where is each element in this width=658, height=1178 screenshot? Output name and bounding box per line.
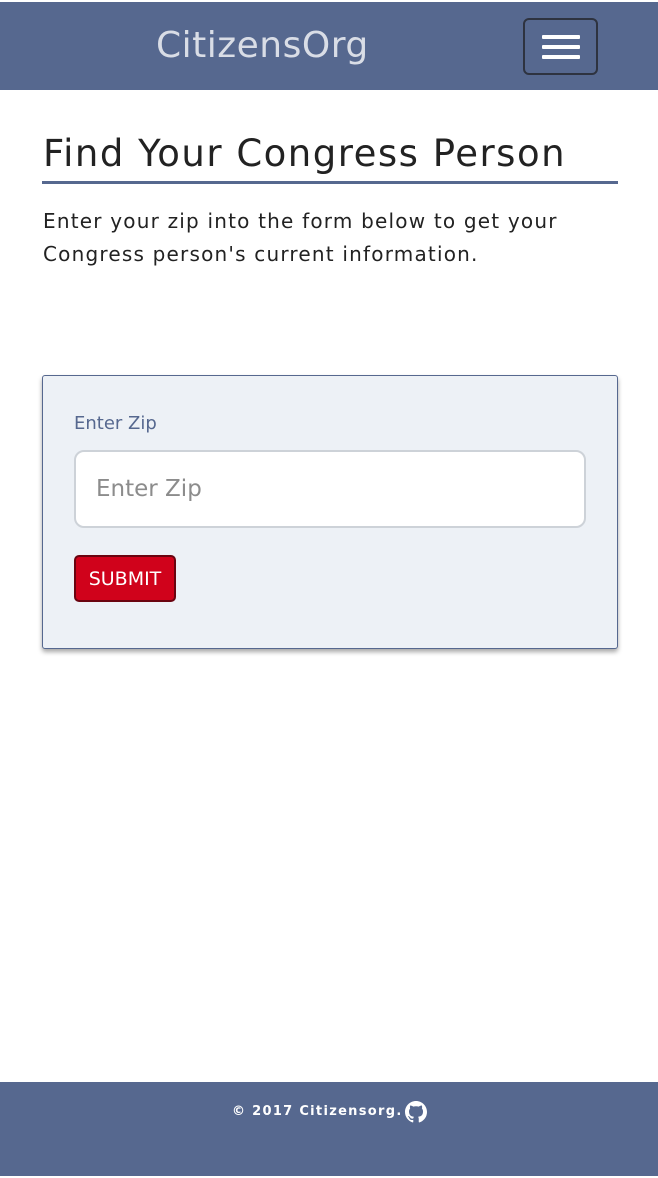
- menu-toggle-button[interactable]: [523, 18, 598, 75]
- hamburger-icon-bar: [542, 55, 580, 59]
- page-title: Find Your Congress Person: [43, 132, 567, 175]
- zip-form-card: Enter Zip SUBMIT: [42, 375, 618, 649]
- page: CitizensOrg Find Your Congress Person En…: [0, 0, 658, 1178]
- intro-text: Enter your zip into the form below to ge…: [43, 209, 558, 266]
- submit-button[interactable]: SUBMIT: [74, 555, 176, 602]
- title-divider: [42, 181, 618, 184]
- zip-input[interactable]: [74, 450, 586, 528]
- footer: © 2017 Citizensorg.: [0, 1082, 658, 1176]
- zip-label: Enter Zip: [74, 413, 157, 434]
- github-icon[interactable]: [405, 1101, 427, 1123]
- top-navbar: CitizensOrg: [0, 2, 658, 90]
- hamburger-icon-bar: [542, 35, 580, 39]
- copyright-text: © 2017 Citizensorg.: [232, 1104, 403, 1119]
- hamburger-icon-bar: [542, 45, 580, 49]
- brand-logo[interactable]: CitizensOrg: [156, 22, 369, 70]
